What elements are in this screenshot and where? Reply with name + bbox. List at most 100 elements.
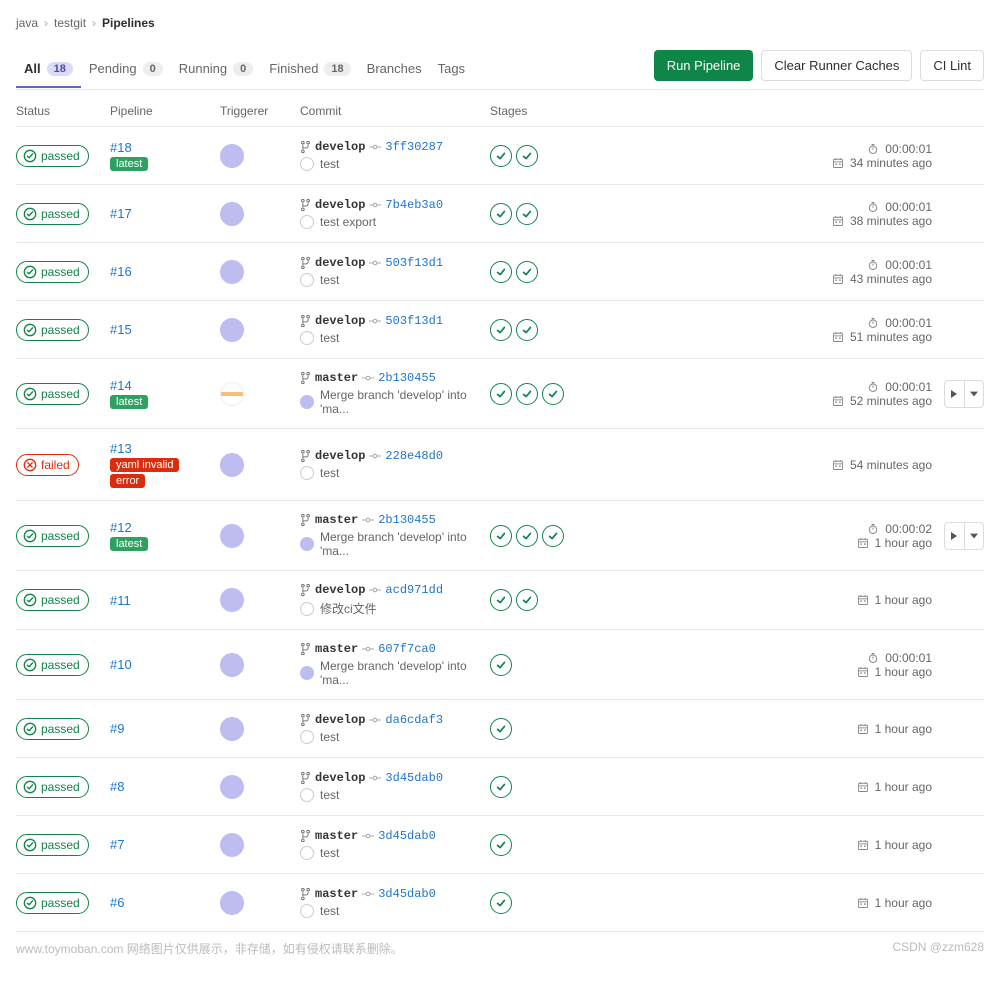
commit-sha[interactable]: 2b130455 [378, 513, 436, 527]
commit-sha[interactable]: 228e48d0 [385, 449, 443, 463]
commit-sha[interactable]: 2b130455 [378, 371, 436, 385]
avatar[interactable] [220, 453, 244, 477]
stage-icon[interactable] [490, 776, 512, 798]
pipeline-id-link[interactable]: #15 [110, 322, 220, 337]
commit-message[interactable]: test [320, 904, 339, 918]
stage-icon[interactable] [516, 383, 538, 405]
status-badge[interactable]: passed [16, 383, 89, 405]
stage-icon[interactable] [516, 203, 538, 225]
commit-sha[interactable]: 3d45dab0 [385, 771, 443, 785]
avatar[interactable] [220, 775, 244, 799]
stage-icon[interactable] [516, 319, 538, 341]
branch-name[interactable]: develop [315, 198, 365, 212]
stage-icon[interactable] [542, 525, 564, 547]
stage-icon[interactable] [516, 589, 538, 611]
pipeline-id-link[interactable]: #9 [110, 721, 220, 736]
avatar[interactable] [220, 318, 244, 342]
commit-message[interactable]: Merge branch 'develop' into 'ma... [320, 659, 490, 687]
pipeline-id-link[interactable]: #6 [110, 895, 220, 910]
stage-icon[interactable] [516, 525, 538, 547]
branch-name[interactable]: develop [315, 256, 365, 270]
commit-sha[interactable]: 3d45dab0 [378, 887, 436, 901]
avatar[interactable] [220, 382, 244, 406]
stage-icon[interactable] [516, 261, 538, 283]
tab-all[interactable]: All18 [16, 51, 81, 88]
branch-name[interactable]: develop [315, 771, 365, 785]
pipeline-id-link[interactable]: #14 [110, 378, 220, 393]
status-badge[interactable]: failed [16, 454, 79, 476]
tab-running[interactable]: Running0 [171, 51, 262, 88]
commit-sha[interactable]: 503f13d1 [385, 256, 443, 270]
avatar[interactable] [220, 588, 244, 612]
play-button[interactable] [945, 381, 964, 407]
pipeline-id-link[interactable]: #10 [110, 657, 220, 672]
stage-icon[interactable] [490, 319, 512, 341]
commit-message[interactable]: test [320, 730, 339, 744]
commit-message[interactable]: test [320, 846, 339, 860]
status-badge[interactable]: passed [16, 776, 89, 798]
status-badge[interactable]: passed [16, 834, 89, 856]
ci-lint-button[interactable]: CI Lint [920, 50, 984, 81]
commit-sha[interactable]: acd971dd [385, 583, 443, 597]
commit-sha[interactable]: 7b4eb3a0 [385, 198, 443, 212]
pipeline-id-link[interactable]: #18 [110, 140, 220, 155]
stage-icon[interactable] [516, 145, 538, 167]
stage-icon[interactable] [490, 525, 512, 547]
commit-message[interactable]: test [320, 157, 339, 171]
stage-icon[interactable] [490, 654, 512, 676]
status-badge[interactable]: passed [16, 319, 89, 341]
commit-sha[interactable]: 3ff30287 [385, 140, 443, 154]
pipeline-id-link[interactable]: #17 [110, 206, 220, 221]
run-pipeline-button[interactable]: Run Pipeline [654, 50, 754, 81]
stage-icon[interactable] [542, 383, 564, 405]
pipeline-id-link[interactable]: #11 [110, 593, 220, 608]
stage-icon[interactable] [490, 834, 512, 856]
branch-name[interactable]: master [315, 371, 358, 385]
avatar[interactable] [220, 144, 244, 168]
commit-message[interactable]: test export [320, 215, 376, 229]
branch-name[interactable]: develop [315, 583, 365, 597]
branch-name[interactable]: develop [315, 140, 365, 154]
avatar[interactable] [220, 833, 244, 857]
avatar[interactable] [220, 260, 244, 284]
status-badge[interactable]: passed [16, 718, 89, 740]
commit-message[interactable]: test [320, 788, 339, 802]
status-badge[interactable]: passed [16, 203, 89, 225]
commit-message[interactable]: test [320, 273, 339, 287]
stage-icon[interactable] [490, 203, 512, 225]
avatar[interactable] [220, 524, 244, 548]
dropdown-button[interactable] [964, 381, 983, 407]
pipeline-id-link[interactable]: #7 [110, 837, 220, 852]
branch-name[interactable]: develop [315, 713, 365, 727]
status-badge[interactable]: passed [16, 892, 89, 914]
stage-icon[interactable] [490, 145, 512, 167]
status-badge[interactable]: passed [16, 145, 89, 167]
clear-cache-button[interactable]: Clear Runner Caches [761, 50, 912, 81]
branch-name[interactable]: develop [315, 449, 365, 463]
commit-message[interactable]: Merge branch 'develop' into 'ma... [320, 530, 490, 558]
commit-message[interactable]: test [320, 466, 339, 480]
tab-finished[interactable]: Finished18 [261, 51, 358, 88]
status-badge[interactable]: passed [16, 654, 89, 676]
tab-branches[interactable]: Branches [359, 51, 430, 88]
commit-sha[interactable]: 503f13d1 [385, 314, 443, 328]
tab-tags[interactable]: Tags [430, 51, 473, 88]
branch-name[interactable]: master [315, 513, 358, 527]
stage-icon[interactable] [490, 261, 512, 283]
commit-sha[interactable]: 607f7ca0 [378, 642, 436, 656]
branch-name[interactable]: master [315, 642, 358, 656]
play-button[interactable] [945, 523, 964, 549]
status-badge[interactable]: passed [16, 525, 89, 547]
commit-message[interactable]: 修改ci文件 [320, 600, 377, 617]
avatar[interactable] [220, 717, 244, 741]
dropdown-button[interactable] [964, 523, 983, 549]
stage-icon[interactable] [490, 383, 512, 405]
tab-pending[interactable]: Pending0 [81, 51, 171, 88]
branch-name[interactable]: develop [315, 314, 365, 328]
stage-icon[interactable] [490, 589, 512, 611]
avatar[interactable] [220, 202, 244, 226]
pipeline-id-link[interactable]: #13 [110, 441, 220, 456]
commit-sha[interactable]: da6cdaf3 [385, 713, 443, 727]
avatar[interactable] [220, 653, 244, 677]
commit-sha[interactable]: 3d45dab0 [378, 829, 436, 843]
